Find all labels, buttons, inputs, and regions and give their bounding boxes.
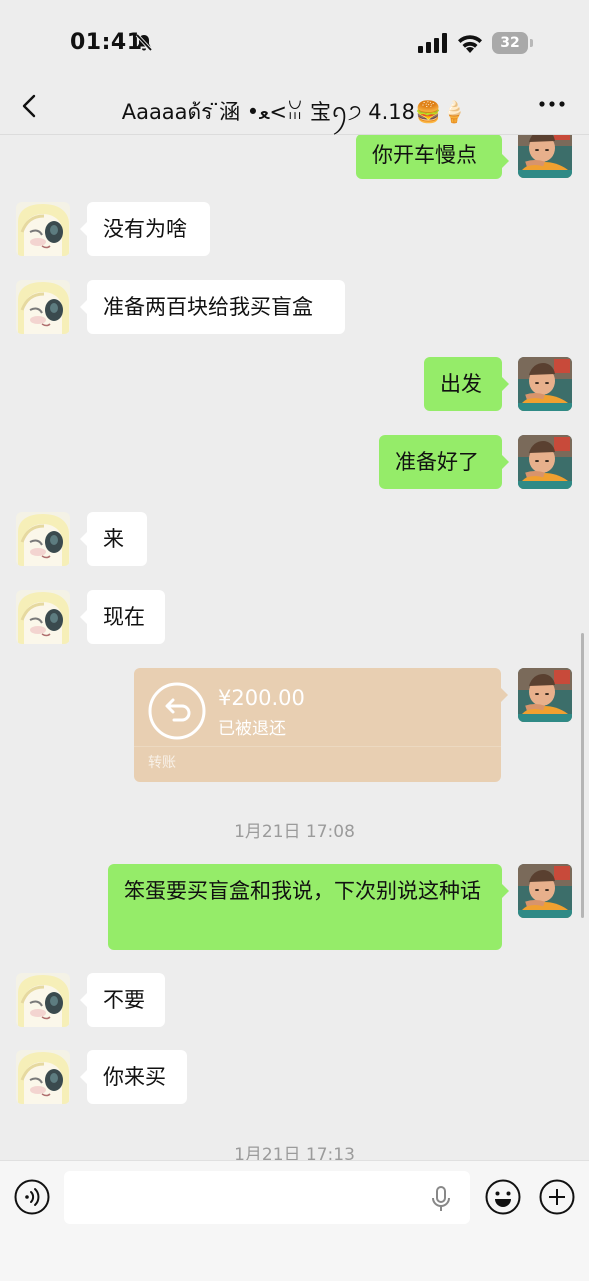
my-avatar[interactable] (518, 135, 572, 178)
add-more-icon[interactable] (539, 1179, 575, 1215)
transfer-card[interactable]: ¥200.00 已被退还 转账 (134, 668, 508, 782)
message-bubble-outgoing[interactable]: 出发 (424, 357, 509, 411)
my-avatar[interactable] (518, 435, 572, 489)
transfer-amount: ¥200.00 (218, 686, 305, 710)
message-bubble-incoming[interactable]: 不要 (80, 973, 165, 1027)
back-chevron-icon[interactable] (14, 90, 46, 122)
message-timestamp: 1月21日 17:08 (234, 822, 355, 842)
contact-avatar[interactable] (16, 202, 70, 256)
battery-level: 32 (500, 35, 520, 51)
message-input[interactable] (64, 1171, 470, 1224)
my-avatar[interactable] (518, 668, 572, 722)
message-bubble-incoming[interactable]: 准备两百块给我买盲盒 (80, 280, 345, 334)
message-bubble-incoming[interactable]: 现在 (80, 590, 165, 644)
message-bubble-outgoing[interactable]: 你开车慢点 (356, 135, 509, 179)
contact-avatar[interactable] (16, 973, 70, 1027)
message-bubble-incoming[interactable]: 没有为啥 (80, 202, 210, 256)
contact-avatar[interactable] (16, 1050, 70, 1104)
voice-input-icon[interactable] (14, 1179, 50, 1215)
message-list[interactable]: 你开车慢点 没有为啥 准备两百块给我买盲盒 出发 准备好了 来 现在 ¥200.… (0, 135, 589, 1160)
status-bar: 01:41 32 (0, 0, 589, 80)
wifi-icon (458, 35, 482, 53)
chat-title: Aaaaaด้ร ̈涵 •ﻌ<ꈍ 宝ꪆ੭ 4.18🍔🍦 (121, 100, 468, 124)
input-bar (0, 1160, 589, 1281)
message-timestamp: 1月21日 17:13 (234, 1145, 355, 1160)
transfer-status: 已被退还 (218, 719, 286, 739)
more-options-icon[interactable] (536, 92, 568, 116)
cellular-signal-icon (418, 33, 447, 53)
battery-indicator: 32 (492, 32, 534, 54)
transfer-label: 转账 (148, 755, 176, 771)
refund-return-icon (148, 682, 206, 740)
message-bubble-outgoing[interactable]: 笨蛋要买盲盒和我说，下次别说这种话 (108, 864, 509, 950)
message-bubble-incoming[interactable]: 你来买 (80, 1050, 187, 1104)
message-bubble-incoming[interactable]: 来 (80, 512, 147, 566)
contact-avatar[interactable] (16, 280, 70, 334)
bell-muted-icon (135, 33, 153, 52)
transfer-divider (134, 746, 501, 747)
contact-avatar[interactable] (16, 590, 70, 644)
my-avatar[interactable] (518, 864, 572, 918)
message-bubble-outgoing[interactable]: 准备好了 (379, 435, 509, 489)
my-avatar[interactable] (518, 357, 572, 411)
status-time: 01:41 (70, 30, 143, 55)
chat-header: Aaaaaด้ร ̈涵 •ﻌ<ꈍ 宝ꪆ੭ 4.18🍔🍦 (0, 80, 589, 135)
scrollbar[interactable] (581, 633, 584, 918)
emoji-icon[interactable] (485, 1179, 521, 1215)
contact-avatar[interactable] (16, 512, 70, 566)
microphone-icon[interactable] (430, 1185, 452, 1213)
